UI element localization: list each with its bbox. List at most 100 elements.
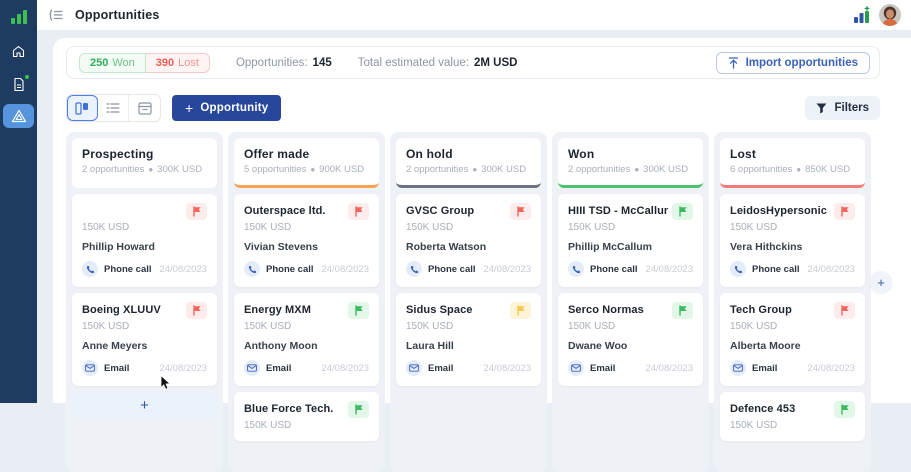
card-value: 150K USD <box>406 222 531 233</box>
column-title: On hold <box>406 147 531 161</box>
flag-icon[interactable] <box>672 203 693 220</box>
flag-icon[interactable] <box>672 302 693 319</box>
flag-icon[interactable] <box>834 401 855 418</box>
lost-label: Lost <box>178 57 199 69</box>
card-title: Energy MXM <box>244 302 344 316</box>
activity-date: 24/08/2023 <box>483 363 531 374</box>
opportunity-card[interactable]: Sidus Space150K USDLaura HillEmail24/08/… <box>396 293 541 386</box>
opportunity-card[interactable]: Blue Force Tech. 150K USD <box>234 392 379 441</box>
separator-dot: ● <box>472 165 477 174</box>
card-title: GVSC Group <box>406 203 506 217</box>
won-label: Won <box>112 57 134 69</box>
opportunity-card[interactable]: Tech Group150K USDAlberta MooreEmail24/0… <box>720 293 865 386</box>
opportunities-count-value: 145 <box>313 57 332 69</box>
kanban-column: Prospecting2 opportunities●300K USD150K … <box>66 132 223 472</box>
card-value: 150K USD <box>730 222 855 233</box>
flag-icon[interactable] <box>186 203 207 220</box>
activity-label: Email <box>590 363 615 374</box>
won-lost-summary[interactable]: 250 Won 390 Lost <box>79 53 210 73</box>
card-contact: Roberta Watson <box>406 241 531 253</box>
funnel-triangle-icon <box>11 109 27 123</box>
card-title: HIII TSD - McCallum <box>568 203 668 217</box>
opportunity-card[interactable]: LeidosHypersonic150K USDVera HithckinsPh… <box>720 194 865 287</box>
opportunity-card[interactable]: Energy MXM150K USDAnthony MoonEmail24/08… <box>234 293 379 386</box>
sidebar-item-documents[interactable] <box>4 71 34 97</box>
opportunity-card[interactable]: Serco Normas150K USDDwane WooEmail24/08/… <box>558 293 703 386</box>
import-opportunities-button[interactable]: Import opportunities <box>716 52 870 74</box>
opportunity-card[interactable]: 150K USDPhillip HowardPhone call24/08/20… <box>72 194 217 287</box>
flag-icon[interactable] <box>510 302 531 319</box>
kanban-column: On hold2 opportunities●300K USDGVSC Grou… <box>390 132 547 472</box>
column-header[interactable]: Offer made5 opportunities●900K USD <box>234 138 379 188</box>
page-title: Opportunities <box>75 8 160 22</box>
user-avatar[interactable] <box>879 4 901 26</box>
column-header[interactable]: On hold2 opportunities●300K USD <box>396 138 541 188</box>
flag-icon[interactable] <box>348 302 369 319</box>
insights-chart-icon[interactable] <box>852 5 872 25</box>
opportunity-card[interactable]: HIII TSD - McCallum150K USDPhillip McCal… <box>558 194 703 287</box>
view-archive-button[interactable] <box>129 95 160 121</box>
filters-button[interactable]: Filters <box>805 96 880 120</box>
separator-dot: ● <box>148 165 153 174</box>
notification-dot <box>24 74 30 80</box>
sidebar-collapse-icon[interactable] <box>47 7 65 23</box>
card-value: 150K USD <box>244 420 369 431</box>
view-toggle-group <box>66 94 161 122</box>
plus-icon: + <box>185 100 193 116</box>
column-value: 300K USD <box>643 164 688 175</box>
column-title: Lost <box>730 147 855 161</box>
activity-date: 24/08/2023 <box>645 363 693 374</box>
opportunity-card[interactable]: Outerspace ltd.150K USDVivian StevensPho… <box>234 194 379 287</box>
separator-dot: ● <box>634 165 639 174</box>
column-title: Prospecting <box>82 147 207 161</box>
activity-date: 24/08/2023 <box>807 363 855 374</box>
kanban-column: Won2 opportunities●300K USDHIII TSD - Mc… <box>552 132 709 472</box>
activity-label: Phone call <box>590 264 638 275</box>
document-icon <box>12 77 26 92</box>
sidebar-item-home[interactable] <box>4 38 34 64</box>
column-header[interactable]: Won2 opportunities●300K USD <box>558 138 703 188</box>
card-title: Blue Force Tech. <box>244 401 344 415</box>
flag-icon[interactable] <box>348 203 369 220</box>
view-kanban-button[interactable] <box>67 95 98 121</box>
card-contact: Alberta Moore <box>730 340 855 352</box>
lost-pill[interactable]: 390 Lost <box>146 53 210 73</box>
view-list-button[interactable] <box>98 95 129 121</box>
card-title <box>82 203 182 205</box>
activity-label: Email <box>104 363 129 374</box>
add-column-button[interactable]: + <box>870 271 892 293</box>
flag-icon[interactable] <box>834 302 855 319</box>
flag-icon[interactable] <box>834 203 855 220</box>
email-icon <box>244 360 260 376</box>
card-value: 150K USD <box>82 321 207 332</box>
add-opportunity-button[interactable]: + Opportunity <box>172 95 281 121</box>
phone-icon <box>730 261 746 277</box>
opportunity-card[interactable]: Boeing XLUUV150K USDAnne MeyersEmail24/0… <box>72 293 217 386</box>
card-value: 150K USD <box>244 222 369 233</box>
archive-view-icon <box>138 102 152 115</box>
sidebar-item-opportunities-active[interactable] <box>3 104 34 128</box>
card-contact: Dwane Woo <box>568 340 693 352</box>
flag-icon[interactable] <box>186 302 207 319</box>
card-title: Sidus Space <box>406 302 506 316</box>
email-icon <box>82 360 98 376</box>
flag-icon[interactable] <box>348 401 369 418</box>
column-header[interactable]: Prospecting2 opportunities●300K USD <box>72 138 217 188</box>
upload-icon <box>728 57 739 69</box>
opportunity-card[interactable]: GVSC Group150K USDRoberta WatsonPhone ca… <box>396 194 541 287</box>
card-value: 150K USD <box>730 420 855 431</box>
column-count: 2 opportunities <box>82 164 144 175</box>
won-pill[interactable]: 250 Won <box>79 53 146 73</box>
filter-funnel-icon <box>816 103 827 114</box>
add-card-button[interactable]: + <box>72 392 217 418</box>
won-count: 250 <box>90 57 108 69</box>
column-header[interactable]: Lost6 opportunities●850K USD <box>720 138 865 188</box>
activity-label: Email <box>752 363 777 374</box>
phone-icon <box>82 261 98 277</box>
kanban-column: Lost6 opportunities●850K USDLeidosHypers… <box>714 132 871 472</box>
email-icon <box>406 360 422 376</box>
card-contact: Vera Hithckins <box>730 241 855 253</box>
column-value: 300K USD <box>481 164 526 175</box>
flag-icon[interactable] <box>510 203 531 220</box>
opportunity-card[interactable]: Defence 453150K USD <box>720 392 865 441</box>
